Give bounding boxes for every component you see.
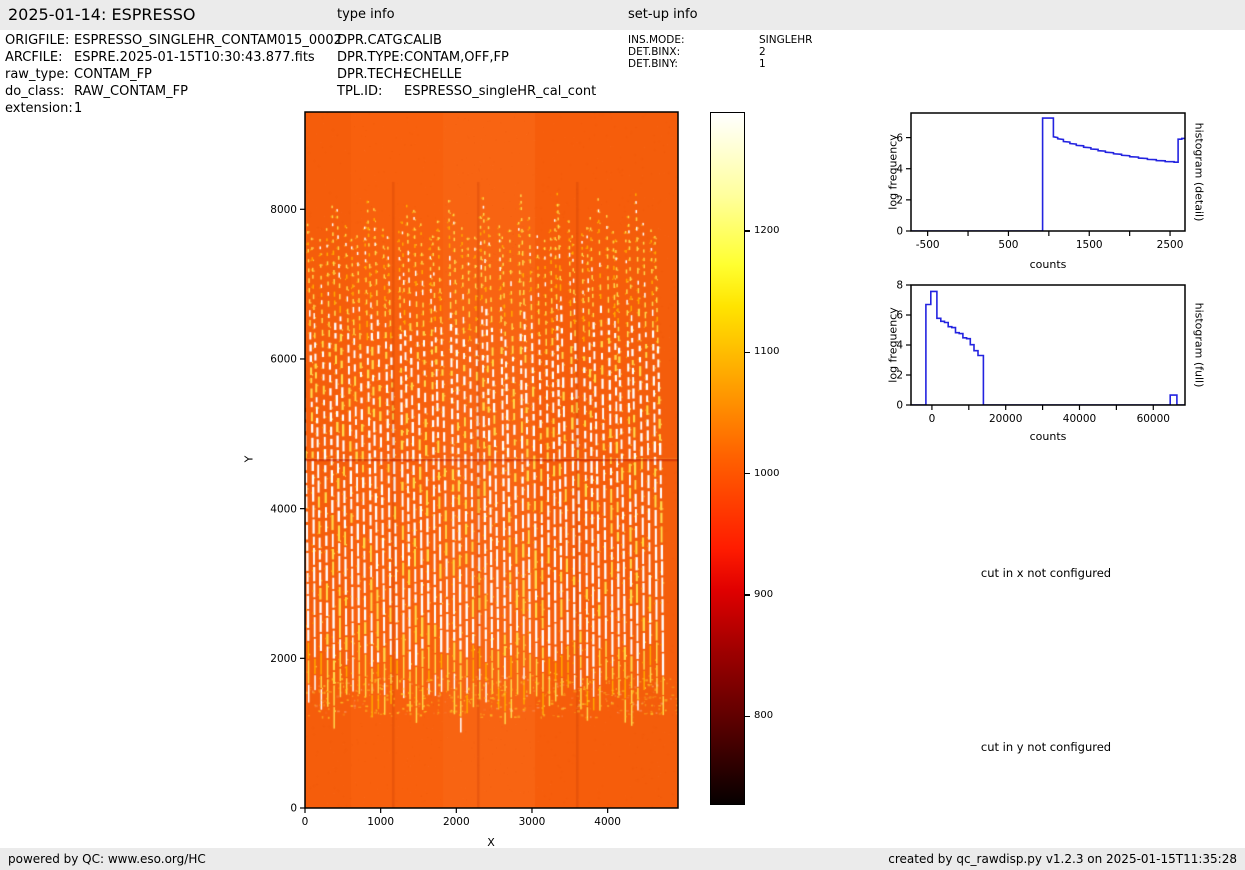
setup-info-row-value: 1: [759, 58, 766, 70]
hist-full-right-label: histogram (full): [1192, 302, 1206, 388]
type-info-row-label: DPR.TYPE:: [337, 50, 404, 65]
type-info-row-value: CALIB: [404, 33, 442, 48]
colorbar-tick-label: 1200: [754, 224, 780, 236]
colorbar-tick: [745, 351, 750, 353]
y-tick-label: 8: [896, 280, 903, 292]
type-info-row: DPR.TECH:ECHELLE: [337, 66, 596, 83]
type-info-row-label: DPR.CATG:: [337, 33, 407, 48]
x-tick-label: 2000: [443, 816, 470, 828]
colorbar-tick: [745, 230, 750, 232]
page-title: 2025-01-14: ESPRESSO: [8, 5, 196, 24]
file-info-row-value: CONTAM_FP: [74, 67, 152, 82]
colorbar-tick-label: 1000: [754, 467, 780, 479]
colorbar-tick: [745, 472, 750, 475]
x-tick-label: 2500: [1157, 239, 1184, 251]
x-tick-label: 0: [929, 413, 936, 425]
setup-info-row-label: DET.BINY:: [628, 58, 678, 70]
colorbar-tick-label: 1100: [754, 346, 780, 358]
y-tick-label: 8000: [270, 204, 297, 216]
y-tick-label: 4000: [270, 503, 297, 515]
file-info-row-value: 1: [74, 101, 83, 116]
x-tick-label: 20000: [989, 413, 1022, 425]
histogram-line: [911, 117, 1185, 231]
type-info-row-value: ECHELLE: [404, 67, 462, 82]
file-info-row-value: ESPRESSO_SINGLEHR_CONTAM015_0002: [74, 33, 342, 48]
axes-frame: [910, 284, 1186, 406]
file-info-row-label: ORIGFILE:: [5, 33, 70, 48]
qc-rawdisp-page: { "header": { "title": "2025-01-14: ESPR…: [0, 0, 1245, 870]
main-y-axis-label: Y: [242, 455, 256, 463]
x-tick-label: 0: [302, 816, 309, 828]
colorbar-tick: [745, 715, 750, 718]
hist-full-x-label: counts: [1029, 430, 1067, 443]
setup-info-row-value: SINGLEHR: [759, 34, 813, 46]
setup-info-row: DET.BINY: 1: [628, 58, 812, 70]
colorbar-tick-label: 900: [754, 589, 774, 601]
setup-info-header: set-up info: [628, 7, 698, 22]
hist-detail-y-label: log frequency: [886, 134, 900, 210]
setup-info-row-label: INS.MODE:: [628, 34, 685, 46]
axes-frame: [910, 112, 1186, 232]
x-tick-label: 1000: [367, 816, 394, 828]
type-info-row-label: DPR.TECH:: [337, 67, 407, 82]
file-info-row: raw_type: CONTAM_FP: [5, 66, 342, 83]
axes-frame: [304, 111, 679, 809]
colorbar: [710, 112, 745, 805]
header-bar: 2025-01-14: ESPRESSO type info set-up in…: [0, 0, 1245, 30]
file-info-row-label: raw_type:: [5, 67, 69, 82]
x-tick-label: 500: [998, 239, 1018, 251]
y-tick-label: 2000: [270, 653, 297, 665]
histogram-line: [911, 290, 1185, 405]
x-tick-label: -500: [916, 239, 940, 251]
hist-detail-right-label: histogram (detail): [1192, 122, 1206, 222]
x-tick-label: 4000: [594, 816, 621, 828]
y-tick-label: 0: [896, 226, 903, 238]
histogram-detail-plot: -500 500 1500 25000246: [896, 112, 1186, 251]
footer-bar: powered by QC: www.eso.org/HC created by…: [0, 848, 1245, 870]
x-tick-label: 1500: [1076, 239, 1103, 251]
histogram-full-plot: 0 20000 40000 6000002468: [896, 280, 1186, 425]
type-info-row: DPR.CATG:CALIB: [337, 32, 596, 49]
setup-info-row-value: 2: [759, 46, 766, 58]
type-info-header: type info: [337, 7, 395, 22]
x-tick-label: 60000: [1137, 413, 1170, 425]
type-info-row: DPR.TYPE:CONTAM,OFF,FP: [337, 49, 596, 66]
colorbar-tick: [745, 594, 750, 596]
file-info-row-label: ARCFILE:: [5, 50, 63, 65]
setup-info-row-label: DET.BINX:: [628, 46, 681, 58]
footer-powered-by: powered by QC: www.eso.org/HC: [8, 852, 206, 866]
x-tick-label: 40000: [1063, 413, 1096, 425]
file-info-row-label: extension:: [5, 101, 73, 116]
raw-image-axes: 0 1000 2000 3000 4000 0 2000 4000 6000 8000: [270, 111, 679, 828]
file-info-row-label: do_class:: [5, 84, 65, 99]
file-info-row: ORIGFILE: ESPRESSO_SINGLEHR_CONTAM015_000…: [5, 32, 342, 49]
hist-full-y-label: log frequency: [886, 307, 900, 383]
cut-y-note: cut in y not configured: [980, 740, 1112, 754]
cut-x-note: cut in x not configured: [980, 566, 1112, 580]
footer-created-by: created by qc_rawdisp.py v1.2.3 on 2025-…: [888, 852, 1237, 866]
colorbar-tick-label: 800: [754, 710, 774, 722]
y-tick-label: 0: [896, 400, 903, 412]
y-tick-label: 6000: [270, 354, 297, 366]
file-info-row: ARCFILE: ESPRE.2025-01-15T10:30:43.877.fi…: [5, 49, 342, 66]
hist-detail-x-label: counts: [1029, 258, 1067, 271]
setup-info-row: INS.MODE: SINGLEHR: [628, 34, 812, 46]
y-tick-label: 0: [290, 803, 297, 815]
setup-info-block: INS.MODE: SINGLEHR DET.BINX: 2 DET.BINY: 1: [628, 34, 812, 70]
setup-info-row: DET.BINX: 2: [628, 46, 812, 58]
file-info-row-value: ESPRE.2025-01-15T10:30:43.877.fits: [74, 50, 315, 65]
type-info-row-value: CONTAM,OFF,FP: [404, 50, 509, 65]
x-tick-label: 3000: [519, 816, 546, 828]
file-info-row-value: RAW_CONTAM_FP: [74, 84, 188, 99]
